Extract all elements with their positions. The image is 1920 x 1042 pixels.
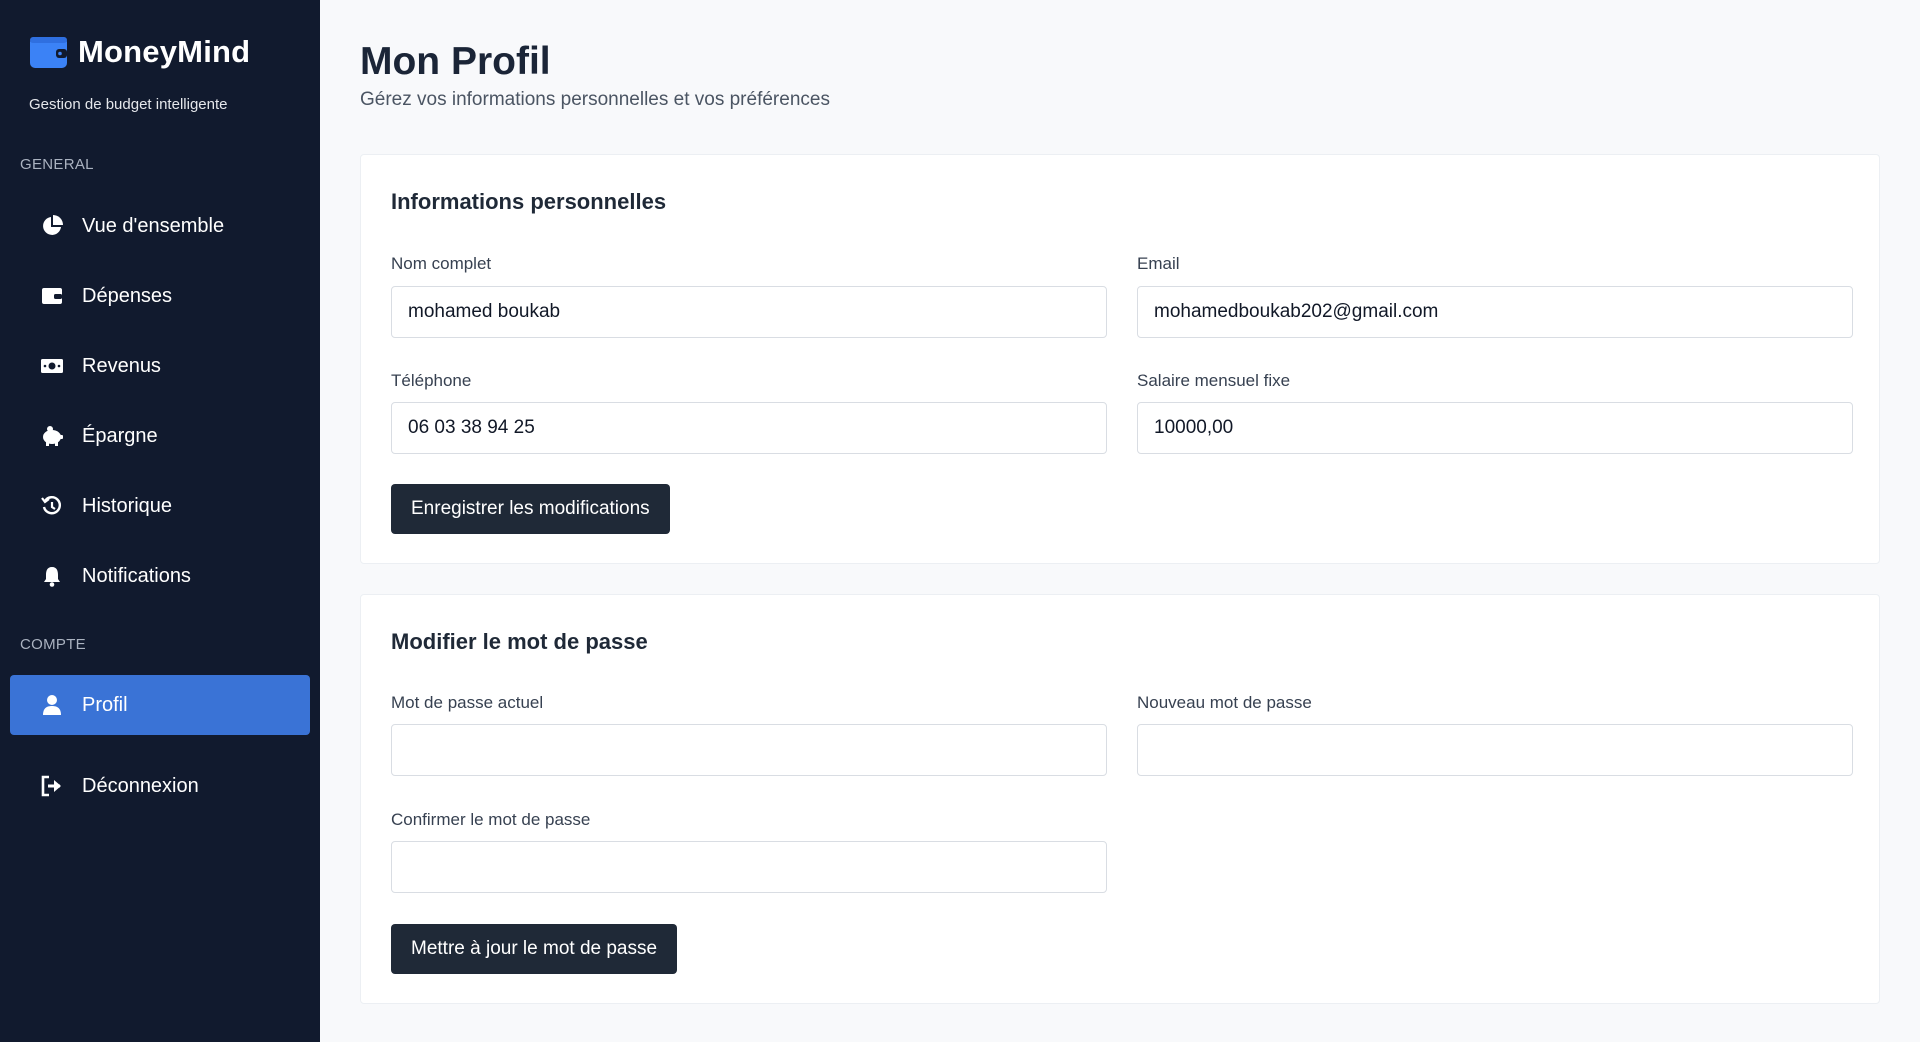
sidebar: MoneyMind Gestion de budget intelligente… [0, 0, 320, 1042]
sidebar-item-label: Vue d'ensemble [82, 214, 225, 237]
sidebar-item-label: Déconnexion [82, 774, 199, 797]
full-name-input[interactable] [391, 286, 1107, 338]
new-password-label: Nouveau mot de passe [1137, 693, 1312, 712]
sidebar-item-income[interactable]: Revenus [10, 336, 310, 396]
full-name-label: Nom complet [391, 254, 492, 273]
current-password-input[interactable] [391, 724, 1107, 776]
save-changes-button[interactable]: Enregistrer les modifications [391, 484, 670, 534]
sidebar-item-history[interactable]: Historique [10, 476, 310, 536]
page-title: Mon Profil [360, 40, 551, 83]
personal-info-card: Informations personnelles Nom complet Em… [360, 154, 1880, 564]
password-card-title: Modifier le mot de passe [391, 629, 648, 654]
section-label-account: COMPTE [20, 636, 86, 653]
salary-input[interactable] [1137, 402, 1853, 454]
sidebar-item-label: Épargne [82, 424, 158, 447]
update-password-button[interactable]: Mettre à jour le mot de passe [391, 924, 678, 974]
current-password-label: Mot de passe actuel [391, 693, 544, 712]
history-icon [40, 494, 64, 518]
bell-icon [40, 564, 64, 588]
email-label: Email [1137, 254, 1180, 273]
email-input[interactable] [1137, 286, 1853, 338]
wallet-icon [40, 284, 64, 308]
brand[interactable]: MoneyMind [29, 34, 250, 70]
app-root: MoneyMind Gestion de budget intelligente… [0, 0, 1920, 1042]
sidebar-item-label: Dépenses [82, 284, 173, 307]
sidebar-item-label: Profil [82, 693, 128, 716]
brand-tagline: Gestion de budget intelligente [29, 96, 228, 113]
sidebar-item-logout[interactable]: Déconnexion [10, 756, 310, 816]
wallet-logo-icon [29, 34, 69, 70]
money-bill-icon [40, 354, 64, 378]
sidebar-item-notifications[interactable]: Notifications [10, 546, 310, 606]
phone-input[interactable] [391, 402, 1107, 454]
sidebar-item-expenses[interactable]: Dépenses [10, 266, 310, 326]
brand-name: MoneyMind [78, 34, 251, 69]
sidebar-item-profile[interactable]: Profil [10, 675, 310, 735]
sidebar-item-overview[interactable]: Vue d'ensemble [10, 196, 310, 256]
logout-icon [40, 774, 64, 798]
confirm-password-input[interactable] [391, 841, 1107, 893]
password-card: Modifier le mot de passe Mot de passe ac… [360, 594, 1880, 1004]
user-icon [40, 693, 64, 717]
section-label-general: GENERAL [20, 156, 94, 173]
pie-chart-icon [40, 214, 64, 238]
new-password-input[interactable] [1137, 724, 1853, 776]
phone-label: Téléphone [391, 371, 472, 390]
sidebar-item-label: Revenus [82, 354, 161, 377]
sidebar-item-label: Historique [82, 494, 173, 517]
piggy-bank-icon [40, 424, 64, 448]
salary-label: Salaire mensuel fixe [1137, 371, 1291, 390]
sidebar-item-savings[interactable]: Épargne [10, 406, 310, 466]
personal-info-title: Informations personnelles [391, 189, 667, 214]
main-content: Mon Profil Gérez vos informations person… [320, 0, 1920, 1042]
sidebar-item-label: Notifications [82, 564, 191, 587]
page-subtitle: Gérez vos informations personnelles et v… [360, 89, 830, 110]
confirm-password-label: Confirmer le mot de passe [391, 810, 591, 829]
